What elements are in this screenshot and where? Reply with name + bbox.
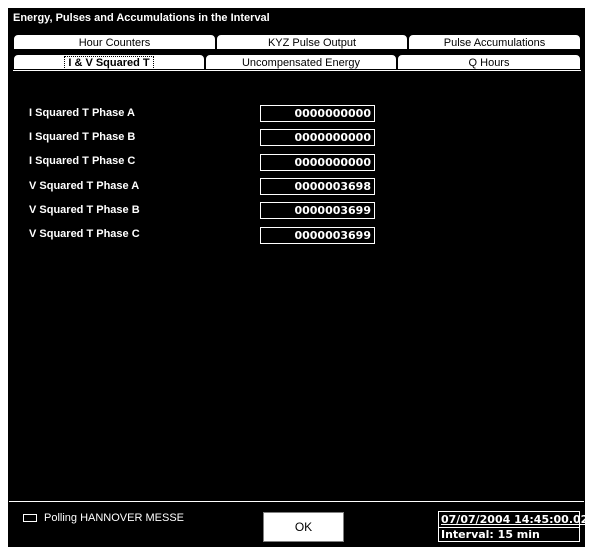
- status-text: Polling HANNOVER MESSE: [44, 512, 184, 524]
- label-i-squared-t-phase-c: I Squared T Phase C: [29, 155, 136, 167]
- value-i-squared-t-phase-c: 0000000000: [260, 154, 375, 171]
- value-v-squared-t-phase-a: 0000003698: [260, 178, 375, 195]
- tab-q-hours[interactable]: Q Hours: [397, 54, 581, 70]
- window-title: Energy, Pulses and Accumulations in the …: [13, 12, 270, 24]
- tab-label: Pulse Accumulations: [443, 37, 546, 49]
- tab-label: Hour Counters: [78, 37, 151, 49]
- tab-underline: [13, 70, 581, 71]
- datetime-text: 07/07/2004 14:45:00.02: [441, 513, 589, 526]
- label-i-squared-t-phase-a: I Squared T Phase A: [29, 107, 135, 119]
- datetime-panel: 07/07/2004 14:45:00.02 Interval: 15 min: [438, 511, 588, 542]
- label-v-squared-t-phase-a: V Squared T Phase A: [29, 180, 140, 192]
- status-separator: [9, 501, 584, 502]
- tab-row-front: I & V Squared T Uncompensated Energy Q H…: [13, 54, 581, 71]
- tab-row-back: Hour Counters KYZ Pulse Output Pulse Acc…: [13, 34, 581, 51]
- interval-text: Interval: 15 min: [441, 528, 540, 541]
- ok-button[interactable]: OK: [263, 512, 344, 542]
- tab-label: Uncompensated Energy: [241, 57, 360, 69]
- label-v-squared-t-phase-b: V Squared T Phase B: [29, 204, 140, 216]
- energy-pulses-window: Energy, Pulses and Accumulations in the …: [8, 8, 588, 547]
- tab-label: Q Hours: [468, 57, 510, 69]
- value-i-squared-t-phase-a: 0000000000: [260, 105, 375, 122]
- value-v-squared-t-phase-b: 0000003699: [260, 202, 375, 219]
- label-v-squared-t-phase-c: V Squared T Phase C: [29, 228, 140, 240]
- tab-kyz-pulse-output[interactable]: KYZ Pulse Output: [216, 34, 408, 50]
- tab-pulse-accumulations[interactable]: Pulse Accumulations: [408, 34, 581, 50]
- value-v-squared-t-phase-c: 0000003699: [260, 227, 375, 244]
- tab-hour-counters[interactable]: Hour Counters: [13, 34, 216, 50]
- status-indicator-icon: [23, 514, 37, 522]
- value-i-squared-t-phase-b: 0000000000: [260, 129, 375, 146]
- label-i-squared-t-phase-b: I Squared T Phase B: [29, 131, 136, 143]
- tab-label: I & V Squared T: [64, 56, 154, 69]
- tab-label: KYZ Pulse Output: [267, 37, 357, 49]
- tab-i-v-squared-t[interactable]: I & V Squared T: [13, 54, 205, 70]
- tab-uncompensated-energy[interactable]: Uncompensated Energy: [205, 54, 397, 70]
